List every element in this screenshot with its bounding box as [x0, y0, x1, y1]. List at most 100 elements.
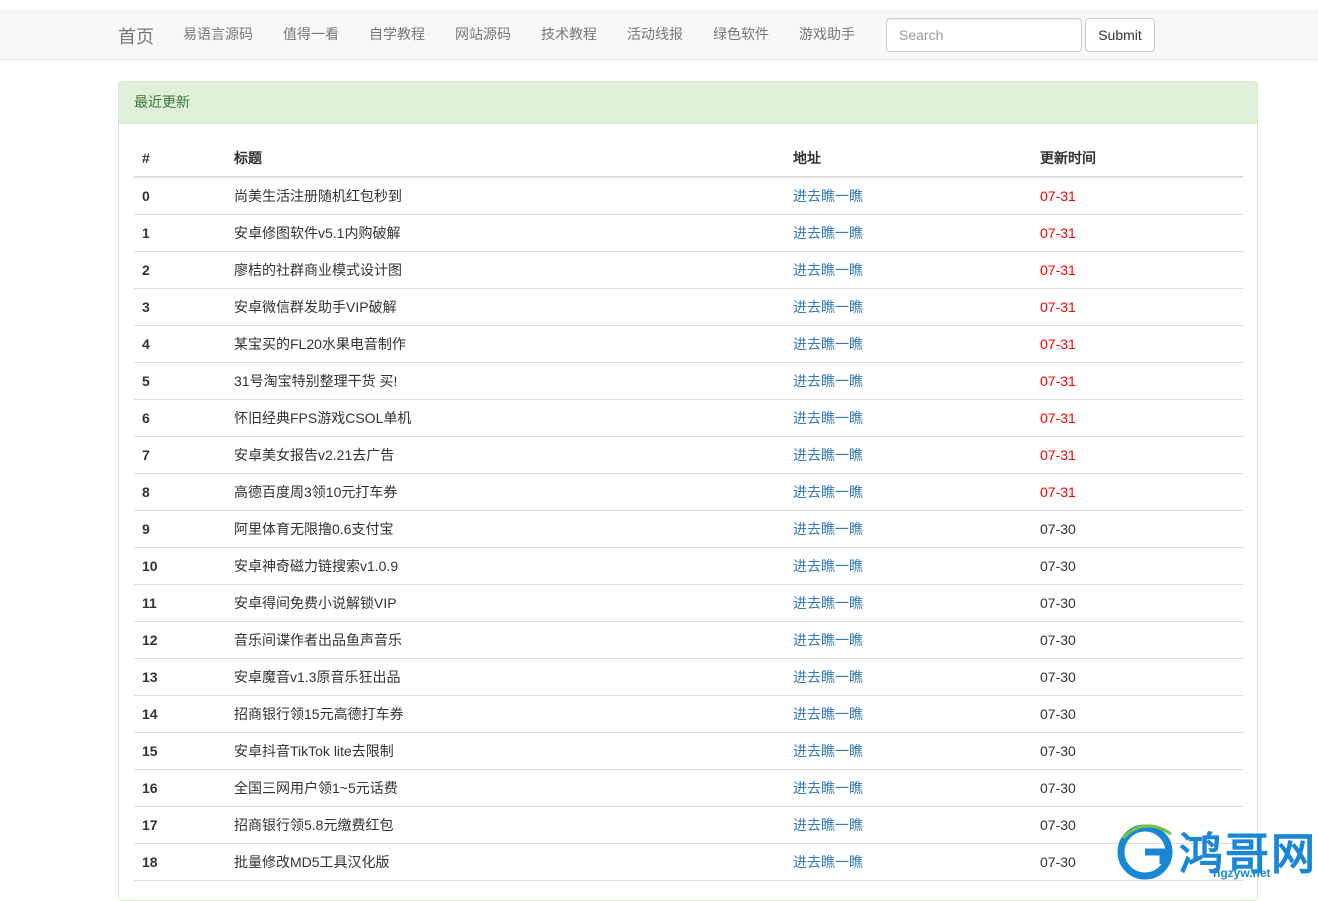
row-title: 怀旧经典FPS游戏CSOL单机 — [226, 399, 785, 437]
nav-item-website-source[interactable]: 网站源码 — [440, 9, 526, 60]
row-link[interactable]: 进去瞧一瞧 — [785, 843, 1032, 881]
watermark-logo-icon — [1117, 824, 1173, 880]
row-link[interactable]: 进去瞧一瞧 — [785, 695, 1032, 733]
row-title: 安卓美女报告v2.21去广告 — [226, 436, 785, 474]
row-update-date: 07-30 — [1032, 584, 1243, 622]
row-update-date: 07-30 — [1032, 547, 1243, 585]
row-title: 高德百度周3领10元打车券 — [226, 473, 785, 511]
table-row: 11 安卓得间免费小说解锁VIP 进去瞧一瞧 07-30 — [134, 584, 1243, 622]
row-link[interactable]: 进去瞧一瞧 — [785, 288, 1032, 326]
table-row: 10 安卓神奇磁力链搜索v1.0.9 进去瞧一瞧 07-30 — [134, 547, 1243, 585]
row-link[interactable]: 进去瞧一瞧 — [785, 584, 1032, 622]
row-number: 8 — [134, 473, 226, 511]
nav-item-tutorials[interactable]: 自学教程 — [354, 9, 440, 60]
row-link[interactable]: 进去瞧一瞧 — [785, 547, 1032, 585]
row-number: 14 — [134, 695, 226, 733]
row-link[interactable]: 进去瞧一瞧 — [785, 732, 1032, 770]
row-update-date: 07-31 — [1032, 362, 1243, 400]
row-update-date: 07-30 — [1032, 695, 1243, 733]
search-input[interactable] — [886, 18, 1082, 52]
table-row: 12 音乐间谍作者出品鱼声音乐 进去瞧一瞧 07-30 — [134, 621, 1243, 659]
row-update-date: 07-31 — [1032, 251, 1243, 289]
row-update-date: 07-31 — [1032, 399, 1243, 437]
row-title: 招商银行领5.8元缴费红包 — [226, 806, 785, 844]
nav-item-activity-news[interactable]: 活动线报 — [612, 9, 698, 60]
row-link[interactable]: 进去瞧一瞧 — [785, 621, 1032, 659]
watermark-url: hgzyw.net — [1213, 866, 1271, 880]
table-body: 0 尚美生活注册随机红包秒到 进去瞧一瞧 07-31 1 安卓修图软件v5.1内购破解 进去… — [134, 177, 1243, 881]
table-row: 1 安卓修图软件v5.1内购破解 进去瞧一瞧 07-31 — [134, 214, 1243, 252]
table-row: 7 安卓美女报告v2.21去广告 进去瞧一瞧 07-31 — [134, 436, 1243, 474]
table-row: 13 安卓魔音v1.3原音乐狂出品 进去瞧一瞧 07-30 — [134, 658, 1243, 696]
table-row: 18 批量修改MD5工具汉化版 进去瞧一瞧 07-30 — [134, 843, 1243, 881]
table-row: 0 尚美生活注册随机红包秒到 进去瞧一瞧 07-31 — [134, 177, 1243, 215]
nav-item-game-helper[interactable]: 游戏助手 — [784, 9, 870, 60]
table-row: 16 全国三网用户领1~5元话费 进去瞧一瞧 07-30 — [134, 769, 1243, 807]
row-title: 安卓魔音v1.3原音乐狂出品 — [226, 658, 785, 696]
row-update-date: 07-31 — [1032, 177, 1243, 215]
row-update-date: 07-30 — [1032, 769, 1243, 807]
row-link[interactable]: 进去瞧一瞧 — [785, 436, 1032, 474]
row-title: 安卓得间免费小说解锁VIP — [226, 584, 785, 622]
row-title: 安卓抖音TikTok lite去限制 — [226, 732, 785, 770]
row-number: 17 — [134, 806, 226, 844]
row-link[interactable]: 进去瞧一瞧 — [785, 769, 1032, 807]
row-title: 31号淘宝特别整理干货 买! — [226, 362, 785, 400]
row-number: 10 — [134, 547, 226, 585]
row-title: 招商银行领15元高德打车券 — [226, 695, 785, 733]
row-link[interactable]: 进去瞧一瞧 — [785, 251, 1032, 289]
row-link[interactable]: 进去瞧一瞧 — [785, 473, 1032, 511]
row-number: 2 — [134, 251, 226, 289]
row-number: 11 — [134, 584, 226, 622]
column-header-number: # — [134, 140, 226, 178]
row-title: 安卓微信群发助手VIP破解 — [226, 288, 785, 326]
row-number: 0 — [134, 177, 226, 215]
row-update-date: 07-30 — [1032, 510, 1243, 548]
row-link[interactable]: 进去瞧一瞧 — [785, 325, 1032, 363]
table-row: 15 安卓抖音TikTok lite去限制 进去瞧一瞧 07-30 — [134, 732, 1243, 770]
row-update-date: 07-31 — [1032, 473, 1243, 511]
row-title: 音乐间谍作者出品鱼声音乐 — [226, 621, 785, 659]
column-header-update-time: 更新时间 — [1032, 140, 1243, 178]
row-number: 12 — [134, 621, 226, 659]
row-number: 15 — [134, 732, 226, 770]
table-row: 6 怀旧经典FPS游戏CSOL单机 进去瞧一瞧 07-31 — [134, 399, 1243, 437]
panel-heading: 最近更新 — [119, 82, 1257, 124]
updates-table: # 标题 地址 更新时间 0 尚美生活注册随机红包秒到 进去瞧一瞧 07-31 1 安卓修… — [134, 140, 1243, 881]
nav-item-green-software[interactable]: 绿色软件 — [698, 9, 784, 60]
table-header-row: # 标题 地址 更新时间 — [134, 140, 1243, 178]
row-number: 3 — [134, 288, 226, 326]
row-number: 18 — [134, 843, 226, 881]
column-header-address: 地址 — [785, 140, 1032, 178]
row-link[interactable]: 进去瞧一瞧 — [785, 806, 1032, 844]
nav-item-worth-seeing[interactable]: 值得一看 — [268, 9, 354, 60]
row-title: 阿里体育无限撸0.6支付宝 — [226, 510, 785, 548]
table-row: 14 招商银行领15元高德打车券 进去瞧一瞧 07-30 — [134, 695, 1243, 733]
row-update-date: 07-31 — [1032, 325, 1243, 363]
row-number: 7 — [134, 436, 226, 474]
row-update-date: 07-31 — [1032, 436, 1243, 474]
table-row: 8 高德百度周3领10元打车券 进去瞧一瞧 07-31 — [134, 473, 1243, 511]
row-link[interactable]: 进去瞧一瞧 — [785, 177, 1032, 215]
submit-button[interactable]: Submit — [1085, 18, 1155, 52]
row-update-date: 07-31 — [1032, 214, 1243, 252]
row-number: 16 — [134, 769, 226, 807]
watermark: 鸿哥网 hgzyw.net — [1115, 820, 1315, 886]
row-link[interactable]: 进去瞧一瞧 — [785, 362, 1032, 400]
nav-item-tech-tutorials[interactable]: 技术教程 — [526, 9, 612, 60]
row-number: 6 — [134, 399, 226, 437]
row-title: 尚美生活注册随机红包秒到 — [226, 177, 785, 215]
recent-updates-panel: 最近更新 # 标题 地址 更新时间 0 尚美生活注册随机红包秒到 进去瞧一瞧 07-3… — [118, 81, 1258, 901]
nav-item-yiyuyan[interactable]: 易语言源码 — [168, 9, 268, 60]
row-update-date: 07-30 — [1032, 658, 1243, 696]
nav-menu: 易语言源码 值得一看 自学教程 网站源码 技术教程 活动线报 绿色软件 游戏助手 — [168, 9, 870, 60]
row-title: 批量修改MD5工具汉化版 — [226, 843, 785, 881]
row-link[interactable]: 进去瞧一瞧 — [785, 658, 1032, 696]
row-link[interactable]: 进去瞧一瞧 — [785, 214, 1032, 252]
row-update-date: 07-30 — [1032, 732, 1243, 770]
row-title: 某宝买的FL20水果电音制作 — [226, 325, 785, 363]
row-title: 全国三网用户领1~5元话费 — [226, 769, 785, 807]
brand-home-link[interactable]: 首页 — [118, 23, 154, 49]
row-link[interactable]: 进去瞧一瞧 — [785, 399, 1032, 437]
row-link[interactable]: 进去瞧一瞧 — [785, 510, 1032, 548]
